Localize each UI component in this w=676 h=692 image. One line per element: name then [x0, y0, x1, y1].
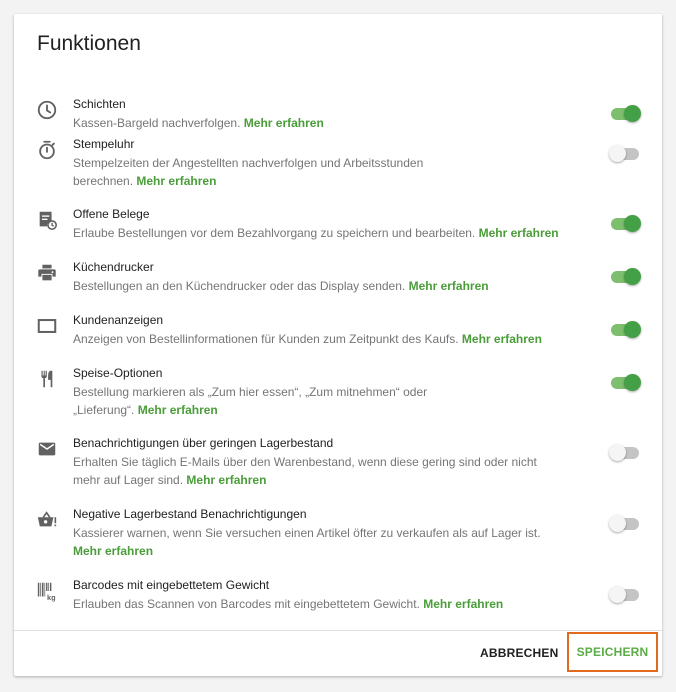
- feature-name: Barcodes mit eingebettetem Gewicht: [73, 578, 270, 592]
- feature-name: Negative Lagerbestand Benachrichtigungen: [73, 507, 307, 521]
- feature-description: Anzeigen von Bestellinformationen für Ku…: [73, 332, 459, 346]
- toggle-open-tickets[interactable]: [609, 212, 641, 232]
- feature-description: Erhalten Sie täglich E-Mails über den Wa…: [73, 455, 537, 487]
- features-dialog: Funktionen Schichten Kassen-Bargeld nach…: [14, 14, 662, 676]
- learn-more-link[interactable]: Mehr erfahren: [244, 116, 324, 130]
- feature-description: Erlauben das Scannen von Barcodes mit ei…: [73, 597, 420, 611]
- learn-more-link[interactable]: Mehr erfahren: [409, 279, 489, 293]
- feature-name: Schichten: [73, 97, 126, 111]
- cancel-button[interactable]: ABBRECHEN: [480, 646, 558, 660]
- toggle-weight-barcodes[interactable]: [609, 583, 641, 603]
- printer-icon: [36, 262, 58, 284]
- envelope-icon: [36, 438, 58, 460]
- feature-name: Benachrichtigungen über geringen Lagerbe…: [73, 436, 334, 450]
- learn-more-link[interactable]: Mehr erfahren: [136, 174, 216, 188]
- toggle-dining-options[interactable]: [609, 371, 641, 391]
- feature-description: Stempelzeiten der Angestellten nachverfo…: [73, 156, 424, 188]
- toggle-customer-display[interactable]: [609, 318, 641, 338]
- toggle-time-clock[interactable]: [609, 142, 641, 162]
- toggle-negative-stock-alerts[interactable]: [609, 512, 641, 532]
- barcode-kg-icon: kg: [36, 580, 58, 602]
- learn-more-link[interactable]: Mehr erfahren: [138, 403, 218, 417]
- feature-name: Kundenanzeigen: [73, 313, 164, 327]
- feature-description: Kassen-Bargeld nachverfolgen.: [73, 116, 241, 130]
- dialog-title: Funktionen: [37, 32, 141, 55]
- feature-description: Kassierer warnen, wenn Sie versuchen ein…: [73, 526, 541, 540]
- feature-description: Bestellungen an den Küchendrucker oder d…: [73, 279, 406, 293]
- clock-icon: [36, 99, 58, 121]
- feature-description: Bestellung markieren als „Zum hier essen…: [73, 385, 428, 417]
- learn-more-link[interactable]: Mehr erfahren: [73, 544, 153, 558]
- feature-name: Offene Belege: [73, 207, 150, 221]
- save-button[interactable]: SPEICHERN: [567, 632, 658, 672]
- feature-name: Speise-Optionen: [73, 366, 163, 380]
- toggle-kitchen-printer[interactable]: [609, 265, 641, 285]
- svg-text:kg: kg: [47, 593, 56, 602]
- receipt-clock-icon: [36, 209, 58, 231]
- feature-name: Küchendrucker: [73, 260, 154, 274]
- learn-more-link[interactable]: Mehr erfahren: [462, 332, 542, 346]
- display-icon: [36, 315, 58, 337]
- footer-divider: [14, 630, 662, 631]
- learn-more-link[interactable]: Mehr erfahren: [423, 597, 503, 611]
- toggle-low-stock-notifications[interactable]: [609, 441, 641, 461]
- stopwatch-icon: [36, 139, 58, 161]
- feature-description: Erlaube Bestellungen vor dem Bezahlvorga…: [73, 226, 476, 240]
- fork-knife-icon: [36, 368, 58, 390]
- feature-name: Stempeluhr: [73, 137, 135, 151]
- basket-alert-icon: [36, 509, 58, 531]
- learn-more-link[interactable]: Mehr erfahren: [186, 473, 266, 487]
- toggle-shifts[interactable]: [609, 102, 641, 122]
- learn-more-link[interactable]: Mehr erfahren: [479, 226, 559, 240]
